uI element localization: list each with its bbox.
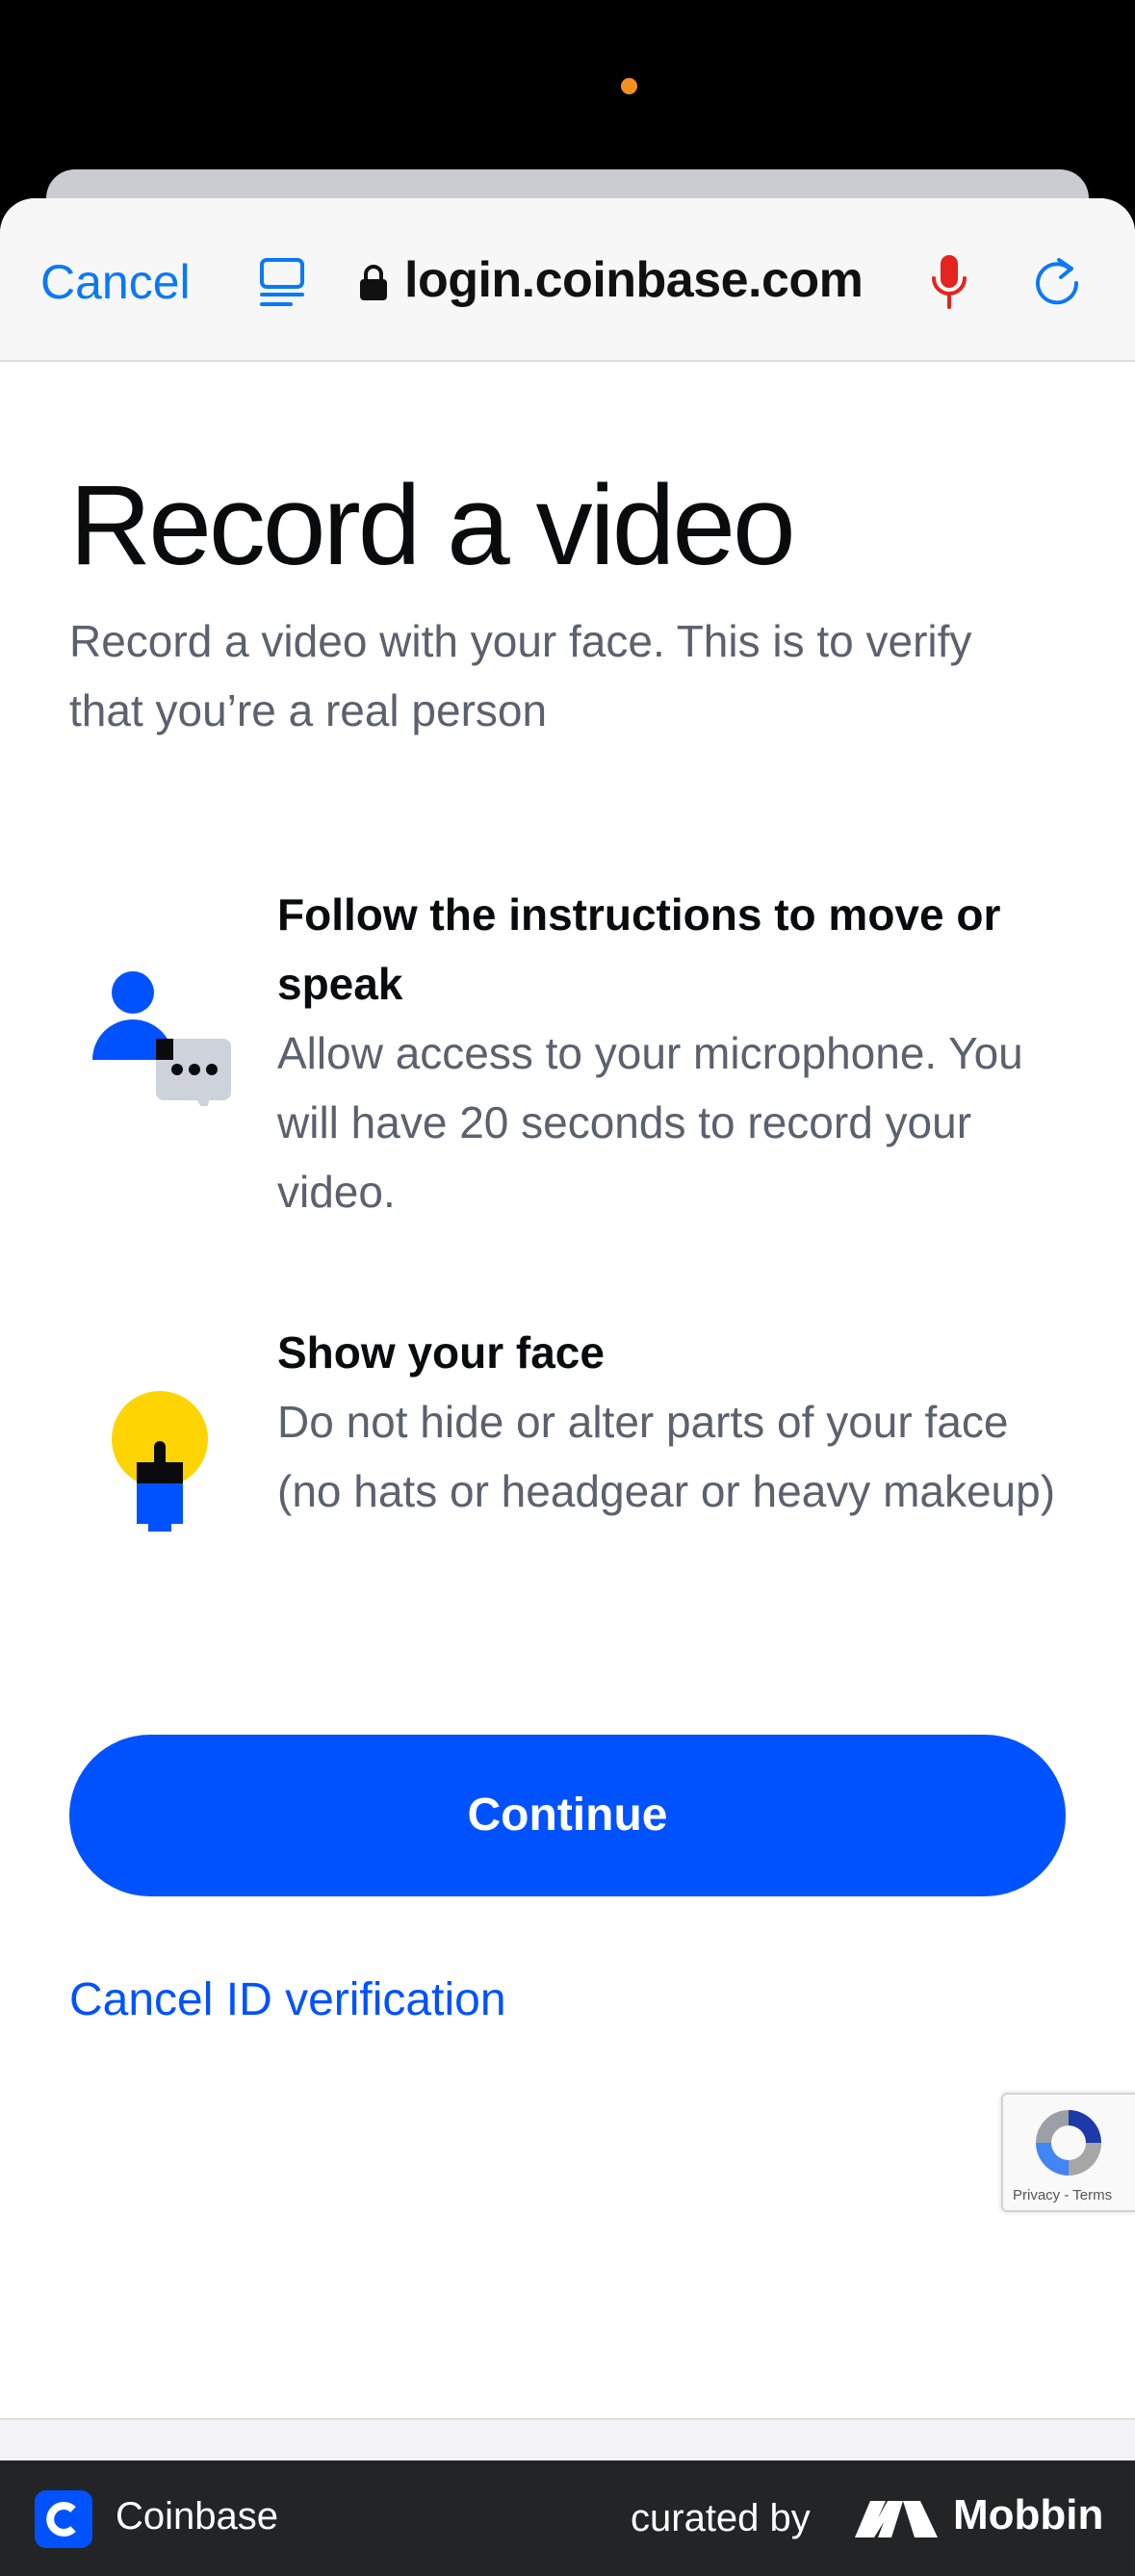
recaptcha-links[interactable]: Privacy - Terms	[1013, 2187, 1112, 2203]
step-title: Follow the instructions to move or speak	[277, 889, 1001, 1009]
browser-sheet: Cancel login.coinbase.com Record a video…	[0, 198, 1135, 2460]
microphone-icon[interactable]	[930, 253, 968, 316]
person-speaking-icon	[87, 971, 237, 1114]
reader-mode-icon[interactable]	[258, 256, 306, 313]
recaptcha-badge[interactable]: Privacy - Terms	[1001, 2093, 1135, 2212]
step-title: Show your face	[277, 1327, 605, 1378]
coinbase-logo-icon	[35, 2490, 92, 2548]
lock-icon	[358, 264, 389, 307]
url-text[interactable]: login.coinbase.com	[404, 251, 864, 309]
footer-app-name: Coinbase	[116, 2495, 279, 2537]
footer-curated-by: curated by	[631, 2497, 811, 2539]
face-sun-icon	[110, 1391, 216, 1540]
footer-bar: Coinbase curated by Mobbin	[0, 2460, 1135, 2576]
continue-button[interactable]: Continue	[69, 1735, 1066, 1896]
browser-address-bar: Cancel login.coinbase.com	[0, 198, 1135, 362]
page-subtitle: Record a video with your face. This is t…	[69, 616, 972, 735]
cancel-id-verification-link[interactable]: Cancel ID verification	[69, 1973, 506, 2026]
mobbin-logo-icon	[853, 2497, 940, 2544]
page-title: Record a video	[69, 462, 796, 589]
camera-indicator-dot	[621, 78, 637, 94]
step-description: Allow access to your microphone. You wil…	[277, 1028, 1023, 1217]
step-description: Do not hide or alter parts of your face …	[277, 1397, 1056, 1516]
browser-cancel-button[interactable]: Cancel	[40, 254, 191, 310]
reload-icon[interactable]	[1032, 254, 1082, 313]
browser-toolbar	[0, 2418, 1135, 2460]
recaptcha-icon	[1030, 2104, 1107, 2186]
footer-brand: Mobbin	[953, 2491, 1104, 2538]
